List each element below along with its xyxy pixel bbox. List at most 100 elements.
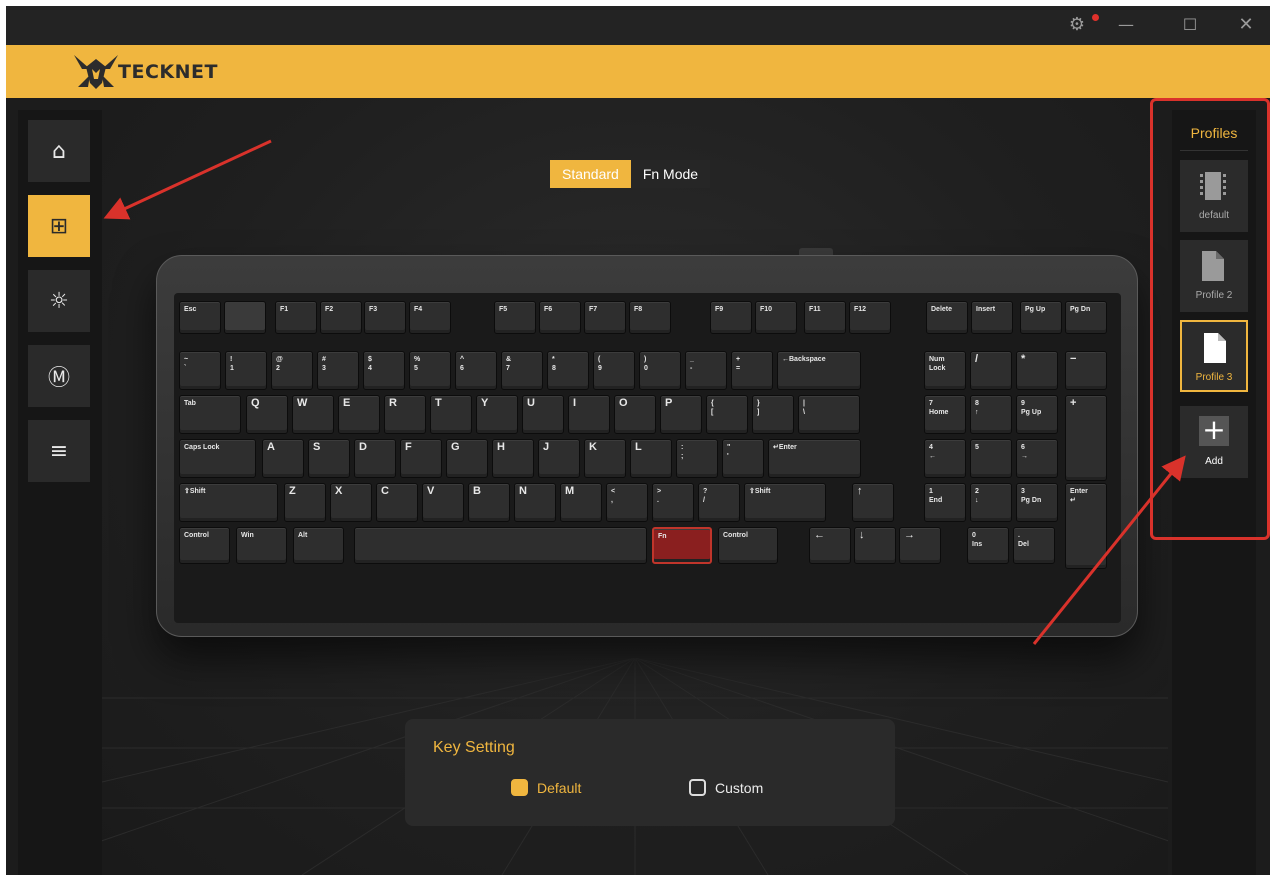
key-u[interactable]: U [522,395,564,434]
key-blank[interactable] [224,301,266,334]
key-shift[interactable]: ⇧Shift [744,483,826,522]
close-button[interactable]: ✕ [1232,12,1260,38]
key-tab[interactable]: Tab [179,395,241,434]
key-f1[interactable]: F1 [275,301,317,334]
key-symbol[interactable]: 4 ← [924,439,966,478]
key-symbol[interactable]: + = [731,351,773,390]
key-z[interactable]: Z [284,483,326,522]
key-b[interactable]: B [468,483,510,522]
key-w[interactable]: W [292,395,334,434]
key-control[interactable]: Control [179,527,230,564]
key-backspace[interactable]: ←Backspace [777,351,861,390]
nav-lighting-button[interactable]: ☼ [28,270,90,332]
key-pg-up[interactable]: 9 Pg Up [1016,395,1058,434]
key-f2[interactable]: F2 [320,301,362,334]
key-symbol[interactable]: + [1065,395,1107,481]
key-o[interactable]: O [614,395,656,434]
key-f9[interactable]: F9 [710,301,752,334]
key-symbol[interactable]: | \ [798,395,860,434]
key-l[interactable]: L [630,439,672,478]
key-caps-lock[interactable]: Caps Lock [179,439,256,478]
key-symbol[interactable]: ↓ [854,527,896,564]
custom-checkbox[interactable] [689,779,706,796]
key-alt[interactable]: Alt [293,527,344,564]
key-lock[interactable]: Num Lock [924,351,966,390]
key-symbol[interactable]: Enter ↵ [1065,483,1107,569]
nav-macro-button[interactable]: Ⓜ [28,345,90,407]
key-g[interactable]: G [446,439,488,478]
key-pg-dn[interactable]: Pg Dn [1065,301,1107,334]
key-symbol[interactable]: ↑ [852,483,894,522]
key-3[interactable]: # 3 [317,351,359,390]
key-0[interactable]: ) 0 [639,351,681,390]
profile-2[interactable]: Profile 2 [1180,240,1248,312]
key-home[interactable]: 7 Home [924,395,966,434]
key-del[interactable]: . Del [1013,527,1055,564]
key-win[interactable]: Win [236,527,287,564]
key-f7[interactable]: F7 [584,301,626,334]
key-symbol[interactable]: / [970,351,1012,390]
key-f10[interactable]: F10 [755,301,797,334]
gear-icon[interactable]: ⚙ [1063,12,1091,38]
key-symbol[interactable]: → [899,527,941,564]
key-8[interactable]: * 8 [547,351,589,390]
key-s[interactable]: S [308,439,350,478]
fn-mode-button[interactable]: Fn Mode [630,160,711,188]
nav-key-assign-button[interactable]: ⊞ [28,195,90,257]
key-6[interactable]: ^ 6 [455,351,497,390]
key-symbol[interactable]: 2 ↓ [970,483,1012,522]
key-control[interactable]: Control [718,527,778,564]
key-symbol[interactable]: 8 ↑ [970,395,1012,434]
key-enter[interactable]: ↵Enter [768,439,861,478]
key-symbol[interactable]: ? / [698,483,740,522]
key-x[interactable]: X [330,483,372,522]
key-m[interactable]: M [560,483,602,522]
key-symbol[interactable]: * [1016,351,1058,390]
key-n[interactable]: N [514,483,556,522]
key-symbol[interactable]: 6 → [1016,439,1058,478]
key-symbol[interactable]: ← [809,527,851,564]
key-f8[interactable]: F8 [629,301,671,334]
key-2[interactable]: @ 2 [271,351,313,390]
key-7[interactable]: & 7 [501,351,543,390]
key-d[interactable]: D [354,439,396,478]
key-f6[interactable]: F6 [539,301,581,334]
key-pg-up[interactable]: Pg Up [1020,301,1062,334]
key-4[interactable]: $ 4 [363,351,405,390]
key-q[interactable]: Q [246,395,288,434]
key-symbol[interactable]: : ; [676,439,718,478]
key-r[interactable]: R [384,395,426,434]
key-delete[interactable]: Delete [926,301,968,334]
key-f12[interactable]: F12 [849,301,891,334]
key-a[interactable]: A [262,439,304,478]
nav-list-button[interactable]: ≡ [28,420,90,482]
key-symbol[interactable]: { [ [706,395,748,434]
key-t[interactable]: T [430,395,472,434]
custom-option[interactable]: Custom [689,779,763,796]
key-f[interactable]: F [400,439,442,478]
key-j[interactable]: J [538,439,580,478]
default-option[interactable]: Default [511,779,581,796]
key-symbol[interactable]: ~ ` [179,351,221,390]
key-pg-dn[interactable]: 3 Pg Dn [1016,483,1058,522]
key-c[interactable]: C [376,483,418,522]
profile-default[interactable]: default [1180,160,1248,232]
key-h[interactable]: H [492,439,534,478]
key-f3[interactable]: F3 [364,301,406,334]
key-end[interactable]: 1 End [924,483,966,522]
key-i[interactable]: I [568,395,610,434]
key-esc[interactable]: Esc [179,301,221,334]
key-symbol[interactable]: < , [606,483,648,522]
add-profile-button[interactable]: + Add [1180,406,1248,478]
key-p[interactable]: P [660,395,702,434]
key-symbol[interactable]: − [1065,351,1107,390]
key-symbol[interactable]: " ' [722,439,764,478]
key-symbol[interactable]: } ] [752,395,794,434]
key-ins[interactable]: 0 Ins [967,527,1009,564]
key-k[interactable]: K [584,439,626,478]
default-checkbox[interactable] [511,779,528,796]
nav-home-button[interactable]: ⌂ [28,120,90,182]
key-1[interactable]: ! 1 [225,351,267,390]
key-5[interactable]: % 5 [409,351,451,390]
maximize-button[interactable]: ☐ [1176,12,1204,38]
